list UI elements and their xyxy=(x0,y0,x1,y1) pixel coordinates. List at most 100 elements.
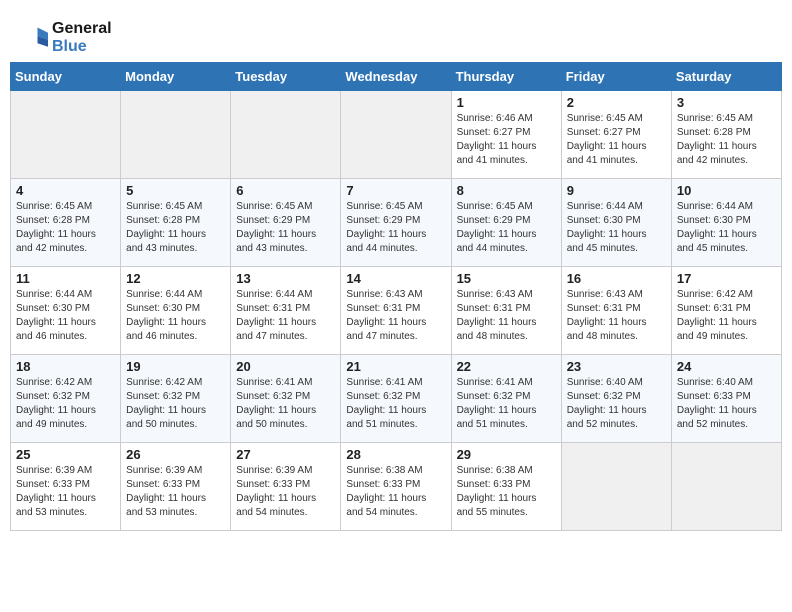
logo: General Blue xyxy=(20,20,112,56)
calendar-cell: 25 Sunrise: 6:39 AM Sunset: 6:33 PM Dayli… xyxy=(11,443,121,531)
day-number: 2 xyxy=(567,95,666,110)
day-number: 27 xyxy=(236,447,335,462)
day-info: Sunrise: 6:40 AM Sunset: 6:33 PM Dayligh… xyxy=(677,376,776,432)
calendar-cell: 11 Sunrise: 6:44 AM Sunset: 6:30 PM Dayli… xyxy=(11,267,121,355)
day-info: Sunrise: 6:45 AM Sunset: 6:28 PM Dayligh… xyxy=(16,200,115,256)
calendar-cell: 24Sunrise: 6:40 AM Sunset: 6:33 PM Dayli… xyxy=(671,355,781,443)
day-number: 12 xyxy=(126,271,225,286)
day-number: 14 xyxy=(346,271,445,286)
calendar-cell: 20 Sunrise: 6:41 AM Sunset: 6:32 PM Dayli… xyxy=(231,355,341,443)
day-info: Sunrise: 6:44 AM Sunset: 6:30 PM Dayligh… xyxy=(677,200,776,256)
day-info: Sunrise: 6:40 AM Sunset: 6:32 PM Dayligh… xyxy=(567,376,666,432)
day-number: 16 xyxy=(567,271,666,286)
day-info: Sunrise: 6:38 AM Sunset: 6:33 PM Dayligh… xyxy=(457,464,556,520)
calendar-cell: 8 Sunrise: 6:45 AM Sunset: 6:29 PM Daylig… xyxy=(451,179,561,267)
weekday-header-tuesday: Tuesday xyxy=(231,63,341,91)
day-number: 15 xyxy=(457,271,556,286)
weekday-header-friday: Friday xyxy=(561,63,671,91)
day-info: Sunrise: 6:42 AM Sunset: 6:32 PM Dayligh… xyxy=(126,376,225,432)
calendar-cell: 21Sunrise: 6:41 AM Sunset: 6:32 PM Dayli… xyxy=(341,355,451,443)
logo-text: General Blue xyxy=(52,20,112,56)
day-info: Sunrise: 6:39 AM Sunset: 6:33 PM Dayligh… xyxy=(236,464,335,520)
calendar-cell: 9 Sunrise: 6:44 AM Sunset: 6:30 PM Daylig… xyxy=(561,179,671,267)
calendar-cell xyxy=(561,443,671,531)
calendar-week-5: 25 Sunrise: 6:39 AM Sunset: 6:33 PM Dayli… xyxy=(11,443,782,531)
calendar-cell xyxy=(231,91,341,179)
day-info: Sunrise: 6:46 AM Sunset: 6:27 PM Dayligh… xyxy=(457,112,556,168)
day-number: 25 xyxy=(16,447,115,462)
weekday-header-thursday: Thursday xyxy=(451,63,561,91)
weekday-header-monday: Monday xyxy=(121,63,231,91)
day-number: 10 xyxy=(677,183,776,198)
day-number: 29 xyxy=(457,447,556,462)
calendar-cell: 14 Sunrise: 6:43 AM Sunset: 6:31 PM Dayli… xyxy=(341,267,451,355)
logo-icon xyxy=(20,24,48,52)
day-info: Sunrise: 6:41 AM Sunset: 6:32 PM Dayligh… xyxy=(457,376,556,432)
day-number: 11 xyxy=(16,271,115,286)
day-info: Sunrise: 6:42 AM Sunset: 6:32 PM Dayligh… xyxy=(16,376,115,432)
calendar-cell: 13 Sunrise: 6:44 AM Sunset: 6:31 PM Dayli… xyxy=(231,267,341,355)
calendar-cell: 1 Sunrise: 6:46 AM Sunset: 6:27 PM Daylig… xyxy=(451,91,561,179)
weekday-header-wednesday: Wednesday xyxy=(341,63,451,91)
calendar-cell: 28 Sunrise: 6:38 AM Sunset: 6:33 PM Dayli… xyxy=(341,443,451,531)
day-info: Sunrise: 6:45 AM Sunset: 6:27 PM Dayligh… xyxy=(567,112,666,168)
day-number: 28 xyxy=(346,447,445,462)
calendar-cell: 3 Sunrise: 6:45 AM Sunset: 6:28 PM Daylig… xyxy=(671,91,781,179)
day-number: 20 xyxy=(236,359,335,374)
day-info: Sunrise: 6:39 AM Sunset: 6:33 PM Dayligh… xyxy=(126,464,225,520)
calendar-cell: 29 Sunrise: 6:38 AM Sunset: 6:33 PM Dayli… xyxy=(451,443,561,531)
day-info: Sunrise: 6:38 AM Sunset: 6:33 PM Dayligh… xyxy=(346,464,445,520)
day-number: 3 xyxy=(677,95,776,110)
day-info: Sunrise: 6:45 AM Sunset: 6:29 PM Dayligh… xyxy=(346,200,445,256)
day-info: Sunrise: 6:45 AM Sunset: 6:29 PM Dayligh… xyxy=(236,200,335,256)
day-info: Sunrise: 6:44 AM Sunset: 6:30 PM Dayligh… xyxy=(16,288,115,344)
calendar-week-4: 18 Sunrise: 6:42 AM Sunset: 6:32 PM Dayli… xyxy=(11,355,782,443)
calendar-cell: 6 Sunrise: 6:45 AM Sunset: 6:29 PM Daylig… xyxy=(231,179,341,267)
day-info: Sunrise: 6:44 AM Sunset: 6:30 PM Dayligh… xyxy=(126,288,225,344)
calendar-cell: 12 Sunrise: 6:44 AM Sunset: 6:30 PM Dayli… xyxy=(121,267,231,355)
day-info: Sunrise: 6:45 AM Sunset: 6:28 PM Dayligh… xyxy=(126,200,225,256)
day-number: 4 xyxy=(16,183,115,198)
day-number: 1 xyxy=(457,95,556,110)
calendar-cell: 7 Sunrise: 6:45 AM Sunset: 6:29 PM Daylig… xyxy=(341,179,451,267)
calendar-cell: 17Sunrise: 6:42 AM Sunset: 6:31 PM Dayli… xyxy=(671,267,781,355)
calendar-cell: 4 Sunrise: 6:45 AM Sunset: 6:28 PM Daylig… xyxy=(11,179,121,267)
calendar-cell xyxy=(671,443,781,531)
day-number: 6 xyxy=(236,183,335,198)
day-number: 7 xyxy=(346,183,445,198)
weekday-header-saturday: Saturday xyxy=(671,63,781,91)
day-info: Sunrise: 6:45 AM Sunset: 6:28 PM Dayligh… xyxy=(677,112,776,168)
calendar-cell: 26Sunrise: 6:39 AM Sunset: 6:33 PM Dayli… xyxy=(121,443,231,531)
calendar-week-1: 1 Sunrise: 6:46 AM Sunset: 6:27 PM Daylig… xyxy=(11,91,782,179)
day-number: 5 xyxy=(126,183,225,198)
day-info: Sunrise: 6:45 AM Sunset: 6:29 PM Dayligh… xyxy=(457,200,556,256)
calendar-cell: 23 Sunrise: 6:40 AM Sunset: 6:32 PM Dayli… xyxy=(561,355,671,443)
calendar-cell: 10 Sunrise: 6:44 AM Sunset: 6:30 PM Dayli… xyxy=(671,179,781,267)
calendar-cell xyxy=(341,91,451,179)
calendar-cell: 16 Sunrise: 6:43 AM Sunset: 6:31 PM Dayli… xyxy=(561,267,671,355)
calendar-cell xyxy=(121,91,231,179)
calendar-cell: 5 Sunrise: 6:45 AM Sunset: 6:28 PM Daylig… xyxy=(121,179,231,267)
day-number: 23 xyxy=(567,359,666,374)
day-number: 9 xyxy=(567,183,666,198)
day-info: Sunrise: 6:41 AM Sunset: 6:32 PM Dayligh… xyxy=(236,376,335,432)
calendar-week-2: 4 Sunrise: 6:45 AM Sunset: 6:28 PM Daylig… xyxy=(11,179,782,267)
weekday-header-sunday: Sunday xyxy=(11,63,121,91)
day-info: Sunrise: 6:42 AM Sunset: 6:31 PM Dayligh… xyxy=(677,288,776,344)
calendar-week-3: 11 Sunrise: 6:44 AM Sunset: 6:30 PM Dayli… xyxy=(11,267,782,355)
calendar-header: SundayMondayTuesdayWednesdayThursdayFrid… xyxy=(11,63,782,91)
day-info: Sunrise: 6:39 AM Sunset: 6:33 PM Dayligh… xyxy=(16,464,115,520)
day-number: 21 xyxy=(346,359,445,374)
day-info: Sunrise: 6:43 AM Sunset: 6:31 PM Dayligh… xyxy=(567,288,666,344)
day-number: 18 xyxy=(16,359,115,374)
day-info: Sunrise: 6:43 AM Sunset: 6:31 PM Dayligh… xyxy=(457,288,556,344)
day-info: Sunrise: 6:43 AM Sunset: 6:31 PM Dayligh… xyxy=(346,288,445,344)
calendar-cell: 22 Sunrise: 6:41 AM Sunset: 6:32 PM Dayli… xyxy=(451,355,561,443)
day-number: 8 xyxy=(457,183,556,198)
header: General Blue xyxy=(10,10,782,62)
day-number: 13 xyxy=(236,271,335,286)
day-info: Sunrise: 6:44 AM Sunset: 6:31 PM Dayligh… xyxy=(236,288,335,344)
day-number: 22 xyxy=(457,359,556,374)
day-info: Sunrise: 6:44 AM Sunset: 6:30 PM Dayligh… xyxy=(567,200,666,256)
calendar-cell: 19Sunrise: 6:42 AM Sunset: 6:32 PM Dayli… xyxy=(121,355,231,443)
